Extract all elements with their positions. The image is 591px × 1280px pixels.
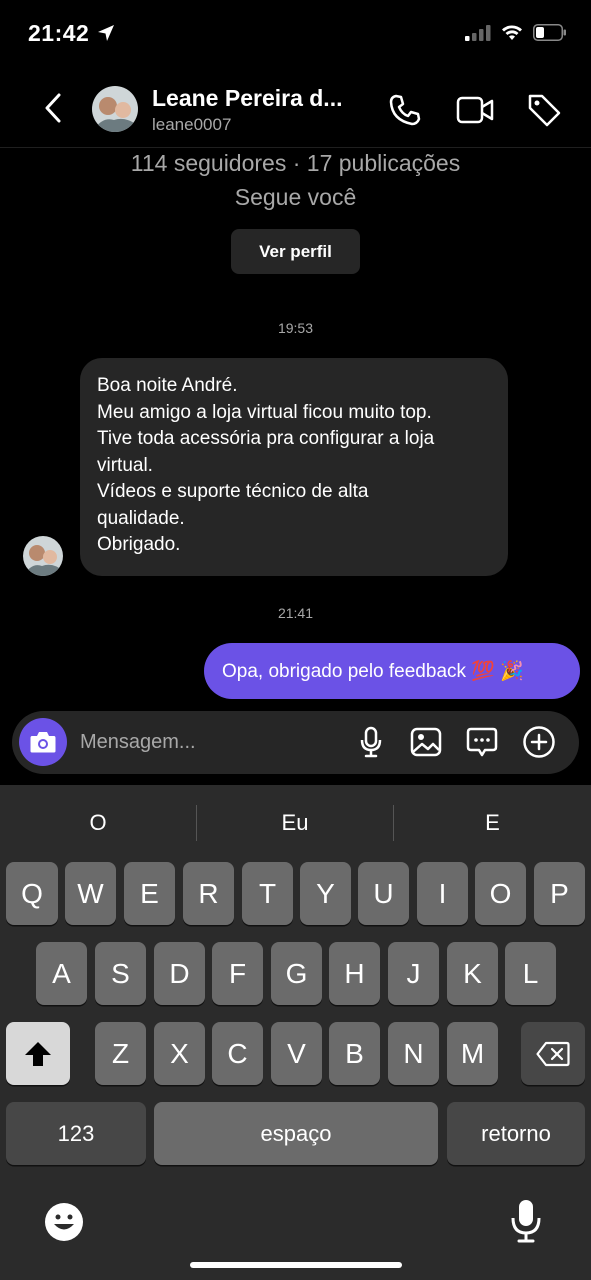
add-button[interactable] xyxy=(521,724,557,760)
key-y[interactable]: Y xyxy=(300,862,351,925)
key-t[interactable]: T xyxy=(242,862,293,925)
status-bar: 21:42 xyxy=(0,0,591,70)
key-x[interactable]: X xyxy=(154,1022,205,1085)
phone-icon xyxy=(389,94,421,126)
suggestion-bar: O Eu E xyxy=(0,785,591,861)
key-c[interactable]: C xyxy=(212,1022,263,1085)
suggestion-item[interactable]: O xyxy=(0,785,196,861)
microphone-icon xyxy=(360,726,382,758)
key-i[interactable]: I xyxy=(417,862,468,925)
key-w[interactable]: W xyxy=(65,862,116,925)
return-key[interactable]: retorno xyxy=(447,1102,585,1165)
message-line: Tive toda acessória pra configurar a loj… xyxy=(97,428,435,449)
video-call-button[interactable] xyxy=(455,90,495,130)
key-b[interactable]: B xyxy=(329,1022,380,1085)
key-d[interactable]: D xyxy=(154,942,205,1005)
message-line: virtual. xyxy=(97,454,153,476)
chat-header: Leane Pereira d... leane0007 xyxy=(0,70,591,148)
camera-button[interactable] xyxy=(19,718,67,766)
profile-stats: 114 seguidores · 17 publicações xyxy=(130,150,461,176)
tag-button[interactable] xyxy=(524,90,564,130)
contact-name[interactable]: Leane Pereira d... xyxy=(152,85,342,112)
microphone-icon xyxy=(511,1200,541,1243)
key-f[interactable]: F xyxy=(212,942,263,1005)
wifi-icon xyxy=(501,25,523,46)
key-q[interactable]: Q xyxy=(6,862,58,925)
message-line: Meu amigo a loja virtual ficou muito top… xyxy=(97,401,432,423)
cellular-signal-icon xyxy=(465,24,491,46)
plus-circle-icon xyxy=(523,726,555,758)
key-k[interactable]: K xyxy=(447,942,498,1005)
message-timestamp: 21:41 xyxy=(277,605,314,621)
numbers-key[interactable]: 123 xyxy=(6,1102,146,1165)
outgoing-message-bubble[interactable]: Opa, obrigado pelo feedback 💯 🎉 xyxy=(204,643,580,699)
back-button[interactable] xyxy=(38,88,68,128)
key-e[interactable]: E xyxy=(124,862,175,925)
key-u[interactable]: U xyxy=(358,862,409,925)
sender-avatar[interactable] xyxy=(23,536,63,576)
key-m[interactable]: M xyxy=(447,1022,498,1085)
dictation-button[interactable] xyxy=(509,1198,543,1244)
camera-icon xyxy=(30,732,56,753)
message-text: Opa, obrigado pelo feedback 💯 🎉 xyxy=(222,661,524,682)
key-r[interactable]: R xyxy=(183,862,234,925)
suggestion-item[interactable]: Eu xyxy=(197,785,393,861)
view-profile-button[interactable]: Ver perfil xyxy=(231,229,360,274)
key-n[interactable]: N xyxy=(388,1022,439,1085)
key-j[interactable]: J xyxy=(388,942,439,1005)
shift-key[interactable] xyxy=(6,1022,70,1085)
space-key[interactable]: espaço xyxy=(154,1102,438,1165)
voice-call-button[interactable] xyxy=(385,90,425,130)
key-h[interactable]: H xyxy=(329,942,380,1005)
follows-you-label: Segue você xyxy=(234,184,357,210)
emoji-button[interactable] xyxy=(44,1202,84,1242)
video-camera-icon xyxy=(456,96,494,124)
key-s[interactable]: S xyxy=(95,942,146,1005)
status-time: 21:42 xyxy=(28,20,90,46)
microphone-button[interactable] xyxy=(353,724,389,760)
message-line: Boa noite André. xyxy=(97,375,238,396)
message-line: Obrigado. xyxy=(97,534,181,555)
keyboard: O Eu E Q W E R T Y U I O P A S D F G H J… xyxy=(0,785,591,1280)
shift-arrow-icon xyxy=(25,1041,51,1066)
key-o[interactable]: O xyxy=(475,862,526,925)
key-l[interactable]: L xyxy=(505,942,556,1005)
message-line: Vídeos e suporte técnico de alta xyxy=(97,481,369,502)
key-g[interactable]: G xyxy=(271,942,322,1005)
message-composer xyxy=(12,711,579,774)
image-icon xyxy=(410,727,442,757)
chevron-left-icon xyxy=(45,93,61,123)
key-v[interactable]: V xyxy=(271,1022,322,1085)
suggestion-item[interactable]: E xyxy=(394,785,591,861)
incoming-message-bubble[interactable]: Boa noite André. Meu amigo a loja virtua… xyxy=(80,358,508,576)
key-p[interactable]: P xyxy=(534,862,585,925)
sticker-button[interactable] xyxy=(464,724,500,760)
key-z[interactable]: Z xyxy=(95,1022,146,1085)
message-line: qualidade. xyxy=(97,507,185,529)
gallery-button[interactable] xyxy=(408,724,444,760)
battery-icon xyxy=(533,24,567,46)
message-timestamp: 19:53 xyxy=(277,320,314,336)
message-input[interactable] xyxy=(80,727,340,757)
contact-username: leane0007 xyxy=(152,115,232,134)
emoji-icon xyxy=(45,1203,83,1241)
chat-bubble-icon xyxy=(466,727,498,757)
home-indicator[interactable] xyxy=(190,1262,402,1268)
tag-icon xyxy=(528,94,561,127)
backspace-icon xyxy=(536,1041,570,1066)
location-arrow-icon xyxy=(97,24,115,47)
backspace-key[interactable] xyxy=(521,1022,585,1085)
avatar[interactable] xyxy=(92,86,138,132)
key-a[interactable]: A xyxy=(36,942,87,1005)
